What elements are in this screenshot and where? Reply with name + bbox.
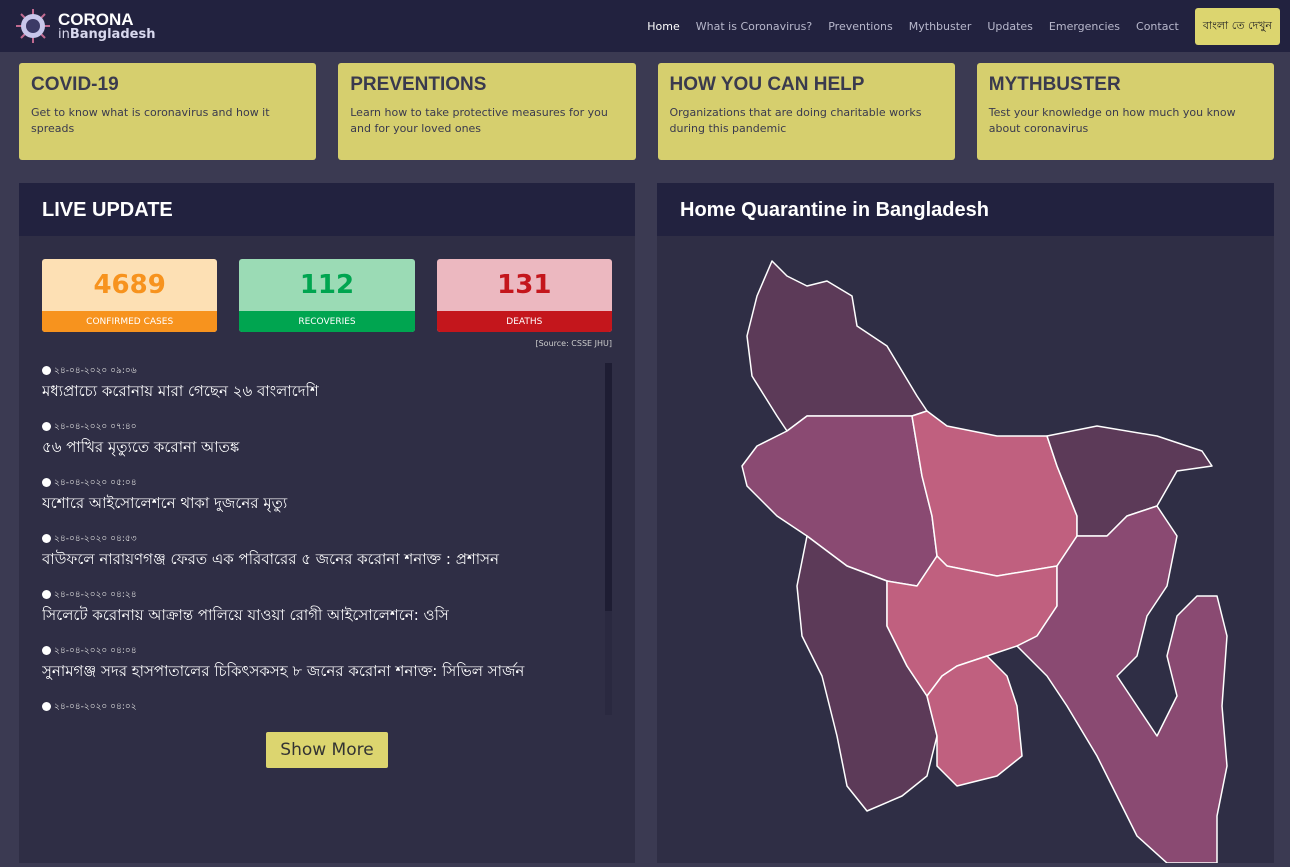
news-item[interactable]: ২৪-০৪-২০২০ ০৪:০২পর্যটকেরা বিধিনিষেধ না ম…	[42, 699, 612, 715]
stat-value: 131	[497, 270, 552, 300]
news-title[interactable]: ৫৬ পাখির মৃত্যুতে করোনা আতঙ্ক	[42, 436, 612, 461]
stat-deaths: 131 DEATHS	[436, 259, 612, 332]
scrollbar-thumb[interactable]	[605, 363, 612, 611]
card-text: Test your knowledge on how much you know…	[988, 106, 1236, 135]
news-title[interactable]: বাউফলে নারায়ণগঞ্জ ফেরত এক পরিবারের ৫ জন…	[42, 548, 612, 573]
news-timestamp: ২৪-০৪-২০২০ ০৪:২৪	[42, 587, 612, 602]
timestamp-text: ২৪-০৪-২০২০ ০৭:৪০	[54, 422, 137, 432]
news-timestamp: ২৪-০৪-২০২০ ০৪:৫৩	[42, 531, 612, 546]
clock-icon	[42, 646, 51, 655]
news-item[interactable]: ২৪-০৪-২০২০ ০৪:২৪ সিলেটে করোনায় আক্রান্ত …	[42, 587, 612, 629]
card-text: Learn how to take protective measures fo…	[350, 106, 608, 135]
stat-recoveries: 112 RECOVERIES	[239, 259, 415, 332]
live-update-title: LIVE UPDATE	[19, 183, 635, 236]
clock-icon	[42, 590, 51, 599]
live-update-panel: LIVE UPDATE 4689 CONFIRMED CASES 112 RECOV…	[19, 183, 635, 863]
news-item[interactable]: ২৪-০৪-২০২০ ০৯:০৬ মধ্যপ্রাচ্যে করোনায় মার…	[42, 363, 612, 405]
stat-label: DEATHS	[436, 311, 612, 332]
news-title[interactable]: যশোরে আইসোলেশনে থাকা দুজনের মৃত্যু	[42, 492, 612, 517]
news-title[interactable]: সুনামগঞ্জ সদর হাসপাতালের চিকিৎসকসহ ৮ জনে…	[42, 660, 612, 685]
news-list: ২৪-০৪-২০২০ ০৯:০৬ মধ্যপ্রাচ্যে করোনায় মার…	[42, 363, 612, 715]
navbar: CORONA inBangladesh Home What is Coronav…	[0, 0, 1290, 52]
news-timestamp: ২৪-০৪-২০২০ ০৯:০৬	[42, 363, 612, 378]
nav-preventions[interactable]: Preventions	[828, 20, 893, 33]
news-timestamp: ২৪-০৪-২০২০ ০৪:০৪	[42, 643, 612, 658]
source-note: [Source: CSSE JHU]	[535, 339, 612, 348]
card-text: Get to know what is coronavirus and how …	[31, 106, 270, 135]
logo-sub: Bangladesh	[69, 27, 156, 42]
card-text: Organizations that are doing charitable …	[669, 106, 922, 135]
timestamp-text: ২৪-০৪-২০২০ ০৪:৫৩	[54, 534, 137, 544]
stat-value: 4689	[93, 270, 166, 300]
logo-title: CORONA	[58, 10, 134, 29]
nav-updates[interactable]: Updates	[987, 20, 1033, 33]
nav-emergencies[interactable]: Emergencies	[1049, 20, 1120, 33]
bangladesh-map	[741, 260, 1228, 864]
show-more-button[interactable]: Show More	[266, 732, 388, 768]
stat-label: CONFIRMED CASES	[42, 311, 218, 332]
nav-mythbuster[interactable]: Mythbuster	[909, 20, 972, 33]
clock-icon	[42, 702, 51, 711]
clock-icon	[42, 366, 51, 375]
region-rangpur	[746, 260, 928, 432]
map-title: Home Quarantine in Bangladesh	[657, 183, 1274, 236]
card-title: HOW YOU CAN HELP	[669, 74, 865, 95]
news-scrollbar[interactable]	[605, 363, 612, 715]
news-timestamp: ২৪-০৪-২০২০ ০৭:৪০	[42, 419, 612, 434]
news-timestamp: ২৪-০৪-২০২০ ০৫:০৪	[42, 475, 612, 490]
card-mythbuster[interactable]: MYTHBUSTER Test your knowledge on how muc…	[976, 63, 1274, 160]
card-how-you-can-help[interactable]: HOW YOU CAN HELP Organizations that are d…	[657, 63, 955, 160]
nav-home[interactable]: Home	[647, 20, 679, 33]
timestamp-text: ২৪-০৪-২০২০ ০৯:০৬	[54, 366, 137, 376]
stat-value: 112	[299, 270, 355, 300]
timestamp-text: ২৪-০৪-২০২০ ০৪:০৪	[54, 646, 137, 656]
card-preventions[interactable]: PREVENTIONS Learn how to take protective …	[338, 63, 636, 160]
card-title: PREVENTIONS	[350, 74, 487, 95]
card-covid19[interactable]: COVID-19 Get to know what is coronavirus …	[19, 63, 317, 160]
nav-contact[interactable]: Contact	[1136, 20, 1179, 33]
card-title: MYTHBUSTER	[988, 74, 1121, 95]
news-title[interactable]: সিলেটে করোনায় আক্রান্ত পালিয়ে যাওয়া র…	[42, 604, 612, 629]
news-item[interactable]: ২৪-০৪-২০২০ ০৭:৪০ ৫৬ পাখির মৃত্যুতে করোনা …	[42, 419, 612, 461]
news-title[interactable]: মধ্যপ্রাচ্যে করোনায় মারা গেছেন ২৬ বাংলা…	[42, 380, 612, 405]
nav-what-is-coronavirus[interactable]: What is Coronavirus?	[696, 20, 812, 33]
timestamp-text: ২৪-০৪-২০২০ ০৫:০৪	[54, 478, 137, 488]
language-toggle-button[interactable]: বাংলা তে দেখুন	[1194, 7, 1280, 45]
stat-label: RECOVERIES	[239, 311, 415, 332]
news-timestamp: ২৪-০৪-২০২০ ০৪:০২	[42, 699, 612, 714]
map-panel: Home Quarantine in Bangladesh	[657, 183, 1274, 864]
card-title: COVID-19	[31, 74, 119, 95]
timestamp-text: ২৪-০৪-২০২০ ০৪:২৪	[54, 590, 137, 600]
timestamp-text: ২৪-০৪-২০২০ ০৪:০২	[54, 702, 137, 712]
news-item[interactable]: ২৪-০৪-২০২০ ০৪:৫৩ বাউফলে নারায়ণগঞ্জ ফেরত …	[42, 531, 612, 573]
news-item[interactable]: ২৪-০৪-২০২০ ০৫:০৪ যশোরে আইসোলেশনে থাকা দুজ…	[42, 475, 612, 517]
clock-icon	[42, 478, 51, 487]
logo[interactable]: CORONA inBangladesh	[14, 7, 155, 45]
news-item[interactable]: ২৪-০৪-২০২০ ০৪:০৪ সুনামগঞ্জ সদর হাসপাতালের…	[42, 643, 612, 685]
clock-icon	[42, 534, 51, 543]
virus-logo-icon	[16, 9, 50, 43]
logo-in: in	[58, 27, 70, 42]
clock-icon	[42, 422, 51, 431]
stat-confirmed: 4689 CONFIRMED CASES	[42, 259, 218, 332]
